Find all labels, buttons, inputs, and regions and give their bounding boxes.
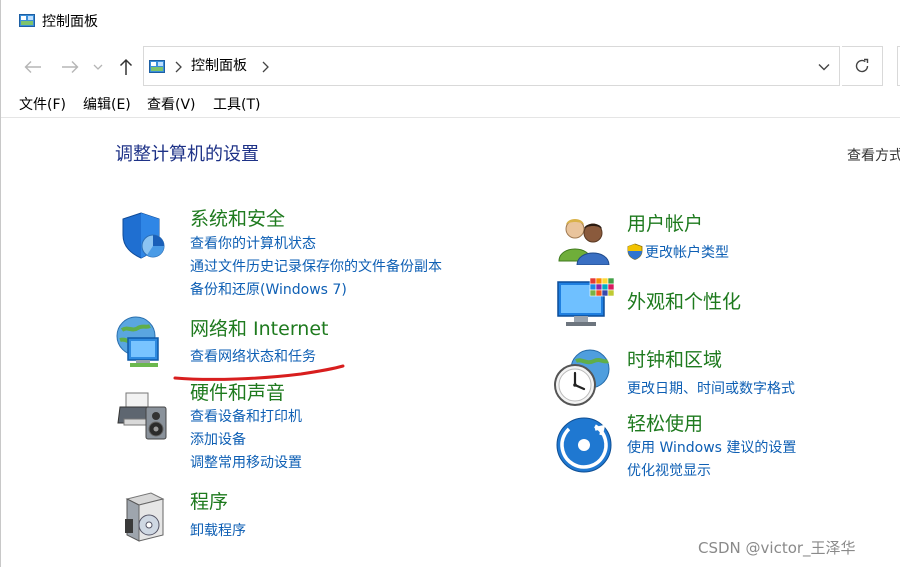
control-panel-icon <box>19 14 35 27</box>
link-view-computer-status[interactable]: 查看你的计算机状态 <box>190 234 316 254</box>
menu-view[interactable]: 查看(V) <box>147 95 196 115</box>
page-title: 调整计算机的设置 <box>115 144 259 165</box>
link-change-account-type[interactable]: 更改帐户类型 <box>627 243 729 263</box>
menu-bar: 文件(F) 编辑(E) 查看(V) 工具(T) <box>1 92 900 118</box>
category-system-security[interactable]: 系统和安全 <box>190 207 285 231</box>
link-view-network-status[interactable]: 查看网络状态和任务 <box>190 347 316 367</box>
ease-of-access-icon[interactable] <box>555 417 613 473</box>
chevron-right-icon[interactable] <box>260 60 270 74</box>
menu-edit[interactable]: 编辑(E) <box>83 95 131 115</box>
security-shield-icon[interactable] <box>119 211 167 259</box>
link-change-date-time-format[interactable]: 更改日期、时间或数字格式 <box>627 379 795 399</box>
uac-shield-icon <box>627 243 643 260</box>
link-backup-restore[interactable]: 备份和还原(Windows 7) <box>190 280 347 300</box>
up-button[interactable] <box>113 54 139 80</box>
view-by-label[interactable]: 查看方式 <box>847 146 900 166</box>
category-ease-of-access[interactable]: 轻松使用 <box>627 412 703 436</box>
window-title: 控制面板 <box>42 14 98 30</box>
category-hardware-sound[interactable]: 硬件和声音 <box>190 381 285 405</box>
chevron-right-icon[interactable] <box>173 60 183 74</box>
category-network-internet[interactable]: 网络和 Internet <box>190 317 328 341</box>
arrow-left-icon <box>24 61 41 73</box>
refresh-icon <box>855 58 869 73</box>
link-uninstall-program[interactable]: 卸载程序 <box>190 521 246 541</box>
link-windows-suggested-settings[interactable]: 使用 Windows 建议的设置 <box>627 438 796 458</box>
link-change-account-type-label[interactable]: 更改帐户类型 <box>645 245 729 261</box>
menu-file[interactable]: 文件(F) <box>19 95 66 115</box>
link-file-history-backup[interactable]: 通过文件历史记录保存你的文件备份副本 <box>190 257 442 277</box>
category-clock-region[interactable]: 时钟和区域 <box>627 348 722 372</box>
address-bar[interactable]: 控制面板 <box>143 46 840 86</box>
category-programs[interactable]: 程序 <box>190 490 228 514</box>
link-add-device[interactable]: 添加设备 <box>190 430 246 450</box>
breadcrumb-control-panel[interactable]: 控制面板 <box>191 56 247 76</box>
recent-locations-button[interactable] <box>90 54 106 80</box>
watermark-text: CSDN @victor_王泽华 <box>698 539 856 557</box>
user-accounts-icon[interactable] <box>557 215 611 265</box>
back-button[interactable] <box>20 54 46 80</box>
chevron-down-icon[interactable] <box>817 60 831 74</box>
link-view-devices-printers[interactable]: 查看设备和打印机 <box>190 407 302 427</box>
chevron-down-icon <box>93 64 103 70</box>
forward-button[interactable] <box>57 54 83 80</box>
category-appearance-personalization[interactable]: 外观和个性化 <box>627 290 741 314</box>
control-panel-icon <box>149 60 165 73</box>
refresh-button[interactable] <box>842 46 883 86</box>
printer-speaker-icon[interactable] <box>116 389 168 441</box>
category-user-accounts[interactable]: 用户帐户 <box>627 212 703 236</box>
link-optimize-visual-display[interactable]: 优化视觉显示 <box>627 461 711 481</box>
link-mobility-settings[interactable]: 调整常用移动设置 <box>190 453 302 473</box>
programs-box-icon[interactable] <box>121 491 169 545</box>
appearance-monitor-icon[interactable] <box>556 278 614 334</box>
menu-tools[interactable]: 工具(T) <box>213 95 260 115</box>
clock-globe-icon[interactable] <box>554 349 612 407</box>
navigation-bar: 控制面板 <box>1 44 900 90</box>
arrow-up-icon <box>119 58 133 75</box>
network-globe-icon[interactable] <box>114 316 166 370</box>
arrow-right-icon <box>62 61 79 73</box>
control-panel-window: 控制面板 控制面板 文件(F) 编辑(E) 查看(V) 工具(T) 调整计算机的… <box>0 0 900 567</box>
title-bar: 控制面板 <box>1 0 900 44</box>
